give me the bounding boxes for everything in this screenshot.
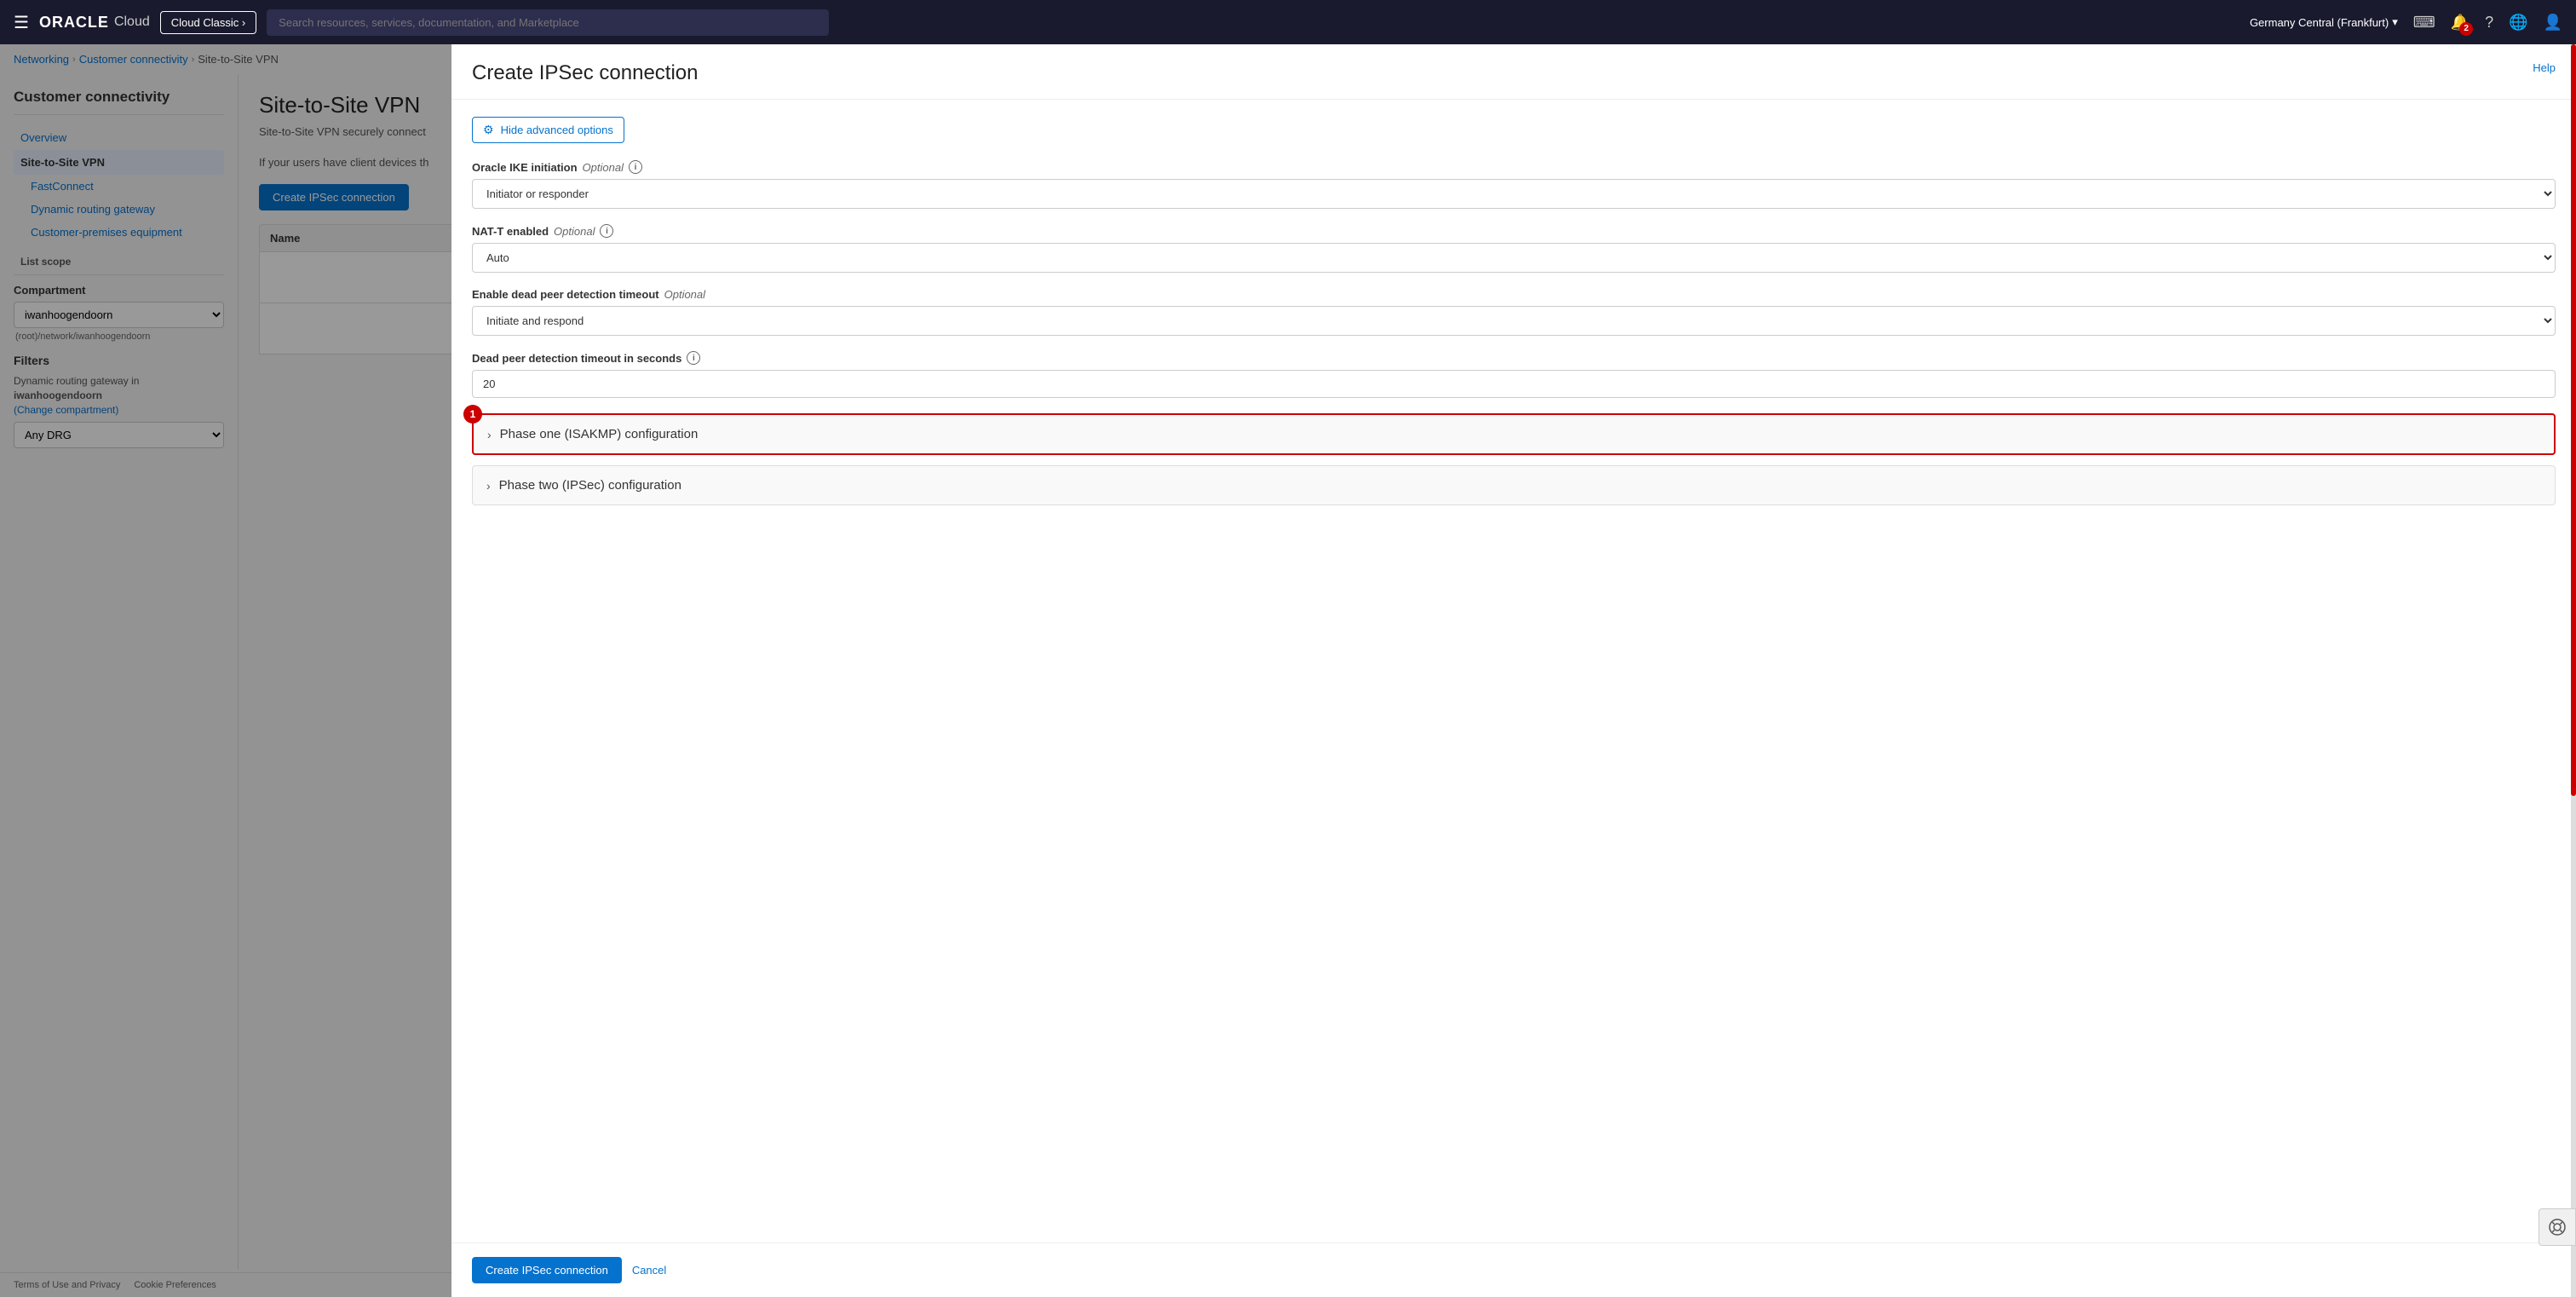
- help-icon[interactable]: ?: [2485, 14, 2493, 32]
- dead-peer-timeout-group: Dead peer detection timeout in seconds i: [472, 351, 2556, 398]
- modal-panel: Create IPSec connection Help ⚙ Hide adva…: [451, 44, 2576, 1297]
- phase-two-label: Phase two (IPSec) configuration: [499, 478, 681, 493]
- ike-optional: Optional: [583, 161, 624, 174]
- dead-peer-timeout-input[interactable]: [472, 370, 2556, 398]
- modal-help-link[interactable]: Help: [2533, 61, 2556, 74]
- modal-overlay: Create IPSec connection Help ⚙ Hide adva…: [0, 44, 2576, 1297]
- region-label: Germany Central (Frankfurt): [2250, 16, 2389, 29]
- cloud-classic-button[interactable]: Cloud Classic ›: [160, 11, 256, 34]
- nat-t-label: NAT-T enabled Optional i: [472, 224, 2556, 238]
- support-icon[interactable]: [2539, 1208, 2576, 1246]
- ike-info-icon[interactable]: i: [629, 160, 642, 174]
- search-input[interactable]: [267, 9, 829, 36]
- ike-initiation-select[interactable]: Initiator or responder: [472, 179, 2556, 209]
- region-chevron-icon: ▾: [2392, 15, 2398, 29]
- modal-footer: Create IPSec connection Cancel: [451, 1242, 2576, 1297]
- oracle-logo: ORACLE Cloud: [39, 14, 150, 32]
- nat-t-optional: Optional: [554, 225, 595, 238]
- ike-initiation-group: Oracle IKE initiation Optional i Initiat…: [472, 160, 2556, 209]
- nav-right: Germany Central (Frankfurt) ▾ ⌨ 🔔 2 ? 🌐 …: [2250, 14, 2562, 32]
- oracle-text: ORACLE: [39, 14, 109, 32]
- modal-body[interactable]: ⚙ Hide advanced options Oracle IKE initi…: [451, 100, 2576, 1242]
- phase-one-header[interactable]: › Phase one (ISAKMP) configuration: [474, 415, 2554, 453]
- modal-header: Create IPSec connection Help: [451, 44, 2576, 100]
- settings-icon: ⚙: [483, 123, 494, 137]
- dead-peer-timeout-label: Dead peer detection timeout in seconds i: [472, 351, 2556, 365]
- hide-advanced-options-button[interactable]: ⚙ Hide advanced options: [472, 117, 624, 143]
- hamburger-menu[interactable]: ☰: [14, 12, 29, 33]
- phase-one-chevron-icon: ›: [487, 428, 492, 441]
- dead-peer-detection-group: Enable dead peer detection timeout Optio…: [472, 288, 2556, 336]
- phase-two-header[interactable]: › Phase two (IPSec) configuration: [473, 466, 2555, 504]
- cloud-text: Cloud: [114, 14, 150, 30]
- phase-one-badge: 1: [463, 405, 482, 424]
- phase-two-section[interactable]: › Phase two (IPSec) configuration: [472, 465, 2556, 505]
- modal-create-button[interactable]: Create IPSec connection: [472, 1257, 622, 1283]
- phase-one-section[interactable]: › Phase one (ISAKMP) configuration: [472, 413, 2556, 455]
- phase-two-chevron-icon: ›: [486, 479, 491, 493]
- scroll-thumb: [2571, 44, 2576, 796]
- modal-cancel-button[interactable]: Cancel: [632, 1264, 666, 1277]
- user-avatar[interactable]: 👤: [2544, 14, 2562, 32]
- phase-one-label: Phase one (ISAKMP) configuration: [500, 427, 699, 441]
- phase-one-badge-container: 1: [463, 405, 482, 424]
- dpd-optional: Optional: [664, 288, 705, 301]
- advanced-options-label: Hide advanced options: [501, 124, 613, 136]
- dead-peer-detection-label: Enable dead peer detection timeout Optio…: [472, 288, 2556, 301]
- dead-peer-detection-select[interactable]: Initiate and respond: [472, 306, 2556, 336]
- dpd-timeout-info-icon[interactable]: i: [687, 351, 700, 365]
- terminal-icon[interactable]: ⌨: [2413, 14, 2435, 32]
- ike-initiation-label: Oracle IKE initiation Optional i: [472, 160, 2556, 174]
- bell-icon-wrapper[interactable]: 🔔 2: [2451, 14, 2470, 32]
- region-selector[interactable]: Germany Central (Frankfurt) ▾: [2250, 15, 2398, 29]
- scroll-indicator[interactable]: [2571, 44, 2576, 1297]
- nat-t-select[interactable]: Auto: [472, 243, 2556, 273]
- phase-one-wrapper: 1 › Phase one (ISAKMP) configuration: [472, 413, 2556, 455]
- nat-t-group: NAT-T enabled Optional i Auto: [472, 224, 2556, 273]
- globe-icon[interactable]: 🌐: [2509, 14, 2527, 32]
- notification-badge: 2: [2459, 22, 2473, 36]
- top-navigation: ☰ ORACLE Cloud Cloud Classic › Germany C…: [0, 0, 2576, 44]
- nat-t-info-icon[interactable]: i: [600, 224, 613, 238]
- support-svg: [2547, 1217, 2567, 1237]
- modal-title: Create IPSec connection: [472, 61, 699, 85]
